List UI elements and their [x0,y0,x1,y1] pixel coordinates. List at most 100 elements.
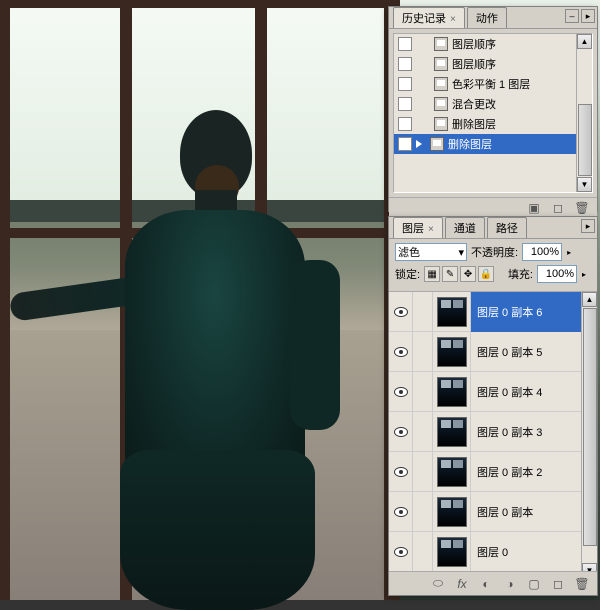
new-snapshot-button[interactable]: ▣ [525,199,543,217]
layer-fx-button[interactable]: fx [453,575,471,593]
layers-list: 图层 0 副本 6 图层 0 副本 5 图层 0 副本 4 图层 0 副本 3 … [389,292,597,578]
opacity-input[interactable]: 100% [522,243,562,261]
opacity-label: 不透明度: [471,244,518,260]
fill-flyout-button[interactable]: ▸ [581,270,591,279]
layer-thumbnail[interactable] [437,537,467,567]
layer-name[interactable]: 图层 0 副本 2 [471,452,597,492]
document-icon [434,77,448,91]
lock-transparency-button[interactable]: ▦ [424,266,440,282]
layer-row[interactable]: 图层 0 [389,532,597,572]
history-label: 图层顺序 [452,36,496,52]
scroll-up-button[interactable]: ▲ [582,292,597,307]
scroll-down-button[interactable]: ▼ [577,177,592,192]
layer-name[interactable]: 图层 0 副本 [471,492,597,532]
document-icon [430,137,444,151]
history-toggle[interactable] [398,57,412,71]
layer-row[interactable]: 图层 0 副本 [389,492,597,532]
close-icon[interactable]: × [450,14,456,25]
layer-row[interactable]: 图层 0 副本 4 [389,372,597,412]
history-toggle[interactable] [398,77,412,91]
history-item[interactable]: 图层顺序 [394,34,592,54]
link-cell[interactable] [413,292,433,332]
delete-button[interactable]: 🗑 [573,199,591,217]
layers-tabbar: 图层 × 通道 路径 ▸ [389,217,597,239]
link-cell[interactable] [413,532,433,572]
history-toggle[interactable] [398,97,412,111]
document-icon [434,97,448,111]
history-label: 混合更改 [452,96,496,112]
delete-layer-button[interactable]: 🗑 [573,575,591,593]
layer-name[interactable]: 图层 0 副本 4 [471,372,597,412]
history-item[interactable]: 混合更改 [394,94,592,114]
tab-history[interactable]: 历史记录× [393,7,465,28]
tab-paths[interactable]: 路径 [487,217,527,238]
visibility-eye-icon[interactable] [394,507,408,517]
history-toggle[interactable] [398,137,412,151]
history-item[interactable]: 色彩平衡 1 图层 [394,74,592,94]
lock-all-button[interactable]: 🔒 [478,266,494,282]
blend-mode-value: 滤色 [398,244,420,260]
layer-thumbnail[interactable] [437,377,467,407]
scroll-thumb[interactable] [583,308,597,546]
lock-label: 锁定: [395,266,420,282]
link-cell[interactable] [413,332,433,372]
scroll-up-button[interactable]: ▲ [577,34,592,49]
adjustment-layer-button[interactable]: ◑ [501,575,519,593]
history-scrollbar[interactable]: ▲ ▼ [576,34,592,192]
tab-channels[interactable]: 通道 [445,217,485,238]
chevron-down-icon: ▾ [458,246,464,259]
visibility-eye-icon[interactable] [394,547,408,557]
layers-options: 滤色 ▾ 不透明度: 100% ▸ 锁定: ▦ ✎ ✥ 🔒 填充: 100% ▸ [389,239,597,292]
close-icon[interactable]: × [428,224,434,235]
history-label: 删除图层 [448,136,492,152]
link-cell[interactable] [413,492,433,532]
lock-position-button[interactable]: ✥ [460,266,476,282]
layer-thumbnail[interactable] [437,417,467,447]
visibility-eye-icon[interactable] [394,347,408,357]
layer-name[interactable]: 图层 0 副本 6 [471,292,597,332]
history-item[interactable]: 删除图层 [394,134,592,154]
panel-minimize-button[interactable]: – [565,9,579,23]
panel-menu-button[interactable]: ▸ [581,9,595,23]
new-layer-button[interactable]: ◻ [549,575,567,593]
history-list: 图层顺序 图层顺序 色彩平衡 1 图层 混合更改 删除图层 删除图层 ▲ ▼ [393,33,593,193]
layer-row[interactable]: 图层 0 副本 3 [389,412,597,452]
layer-row[interactable]: 图层 0 副本 5 [389,332,597,372]
panel-menu-button[interactable]: ▸ [581,219,595,233]
scroll-thumb[interactable] [578,104,592,176]
layer-row[interactable]: 图层 0 副本 2 [389,452,597,492]
layer-name[interactable]: 图层 0 [471,532,597,572]
history-item[interactable]: 图层顺序 [394,54,592,74]
new-group-button[interactable]: ▢ [525,575,543,593]
blend-mode-select[interactable]: 滤色 ▾ [395,243,467,261]
layer-thumbnail[interactable] [437,297,467,327]
link-cell[interactable] [413,372,433,412]
tab-layers[interactable]: 图层 × [393,217,443,238]
layer-mask-button[interactable]: ◐ [477,575,495,593]
fill-input[interactable]: 100% [537,265,577,283]
layer-row[interactable]: 图层 0 副本 6 [389,292,597,332]
visibility-eye-icon[interactable] [394,427,408,437]
layer-name[interactable]: 图层 0 副本 3 [471,412,597,452]
layers-scrollbar[interactable]: ▲ ▼ [581,292,597,578]
link-layers-button[interactable]: ⬭ [429,575,447,593]
visibility-eye-icon[interactable] [394,467,408,477]
tab-actions[interactable]: 动作 [467,7,507,28]
layer-name[interactable]: 图层 0 副本 5 [471,332,597,372]
tab-layers-label: 图层 [402,223,424,235]
link-cell[interactable] [413,452,433,492]
history-item[interactable]: 删除图层 [394,114,592,134]
fill-label: 填充: [508,266,533,282]
lock-pixels-button[interactable]: ✎ [442,266,458,282]
layer-thumbnail[interactable] [437,497,467,527]
visibility-eye-icon[interactable] [394,307,408,317]
layer-thumbnail[interactable] [437,457,467,487]
layer-thumbnail[interactable] [437,337,467,367]
new-document-button[interactable]: ◻ [549,199,567,217]
history-toggle[interactable] [398,37,412,51]
link-cell[interactable] [413,412,433,452]
history-toggle[interactable] [398,117,412,131]
opacity-flyout-button[interactable]: ▸ [566,248,576,257]
visibility-eye-icon[interactable] [394,387,408,397]
history-label: 图层顺序 [452,56,496,72]
